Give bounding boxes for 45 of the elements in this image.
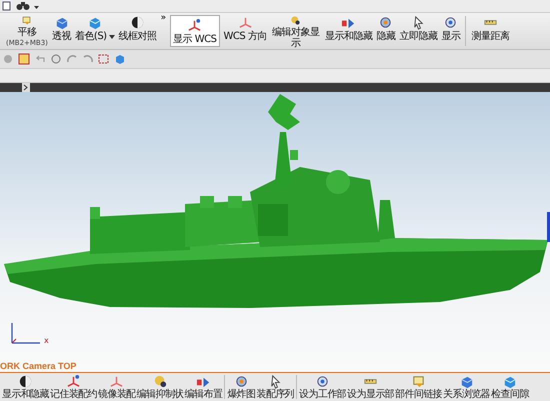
camera-label: ORK Camera TOP — [0, 361, 76, 371]
cube-icon — [54, 15, 69, 30]
toolbar-button[interactable]: 记住装配约 — [50, 373, 98, 401]
toolbar-button[interactable]: 检查间隙 — [491, 373, 529, 401]
toolbar-button[interactable]: 镜像装配 — [98, 373, 136, 401]
toolbar-button[interactable]: 设为显示部 — [347, 373, 394, 401]
axes-icon — [109, 374, 124, 389]
document-icon[interactable] — [2, 1, 12, 11]
undo-arrow-icon[interactable] — [34, 53, 46, 65]
axes-icon — [66, 374, 82, 389]
rotate-icon[interactable] — [66, 53, 78, 65]
toolbar-button[interactable]: 设为工作部 — [299, 373, 346, 401]
ribbon-button[interactable]: WCS 方向 — [222, 13, 269, 49]
toolbar-button[interactable]: 关系浏览器 — [443, 373, 490, 401]
toolbar-button[interactable]: 显示和隐藏 — [2, 373, 50, 401]
ribbon-button[interactable]: 立即隐藏 — [397, 13, 440, 49]
toolbar-button[interactable]: 编辑布置 — [184, 373, 222, 401]
rotate-icon[interactable] — [82, 53, 94, 65]
axes-icon — [187, 18, 202, 33]
ribbon-button[interactable]: 显示 WCS — [170, 15, 220, 47]
toolbar-button[interactable]: 部件间链接 — [395, 373, 442, 401]
ribbon-button[interactable]: 线框对照 — [116, 13, 159, 49]
cube-icon — [459, 374, 474, 389]
ribbon-button[interactable]: 显示和隐藏 — [322, 13, 374, 49]
ribbon-button[interactable]: 着色(S) — [72, 13, 117, 49]
chevron-icon[interactable] — [22, 83, 30, 92]
ribbon-button[interactable]: 隐藏 — [374, 13, 398, 49]
sphere-icon — [130, 15, 146, 30]
cube-icon — [87, 15, 102, 30]
caret-icon — [108, 34, 115, 38]
overflow-chevron[interactable]: » — [160, 13, 166, 23]
cube-icon — [502, 374, 518, 389]
toolbar-button[interactable]: 爆炸图 — [227, 373, 256, 401]
ribbon-button[interactable]: 显示 — [439, 13, 462, 49]
ribbon-button[interactable]: 编辑对象显示 — [268, 13, 323, 49]
ribbon-button[interactable]: 测量距离 — [469, 13, 512, 49]
axes-icon — [238, 15, 253, 30]
toolbar-button[interactable]: 编辑抑制状 — [136, 373, 184, 401]
binoculars-icon[interactable] — [16, 1, 30, 11]
frame-icon[interactable] — [18, 53, 30, 65]
cube-icon[interactable] — [114, 53, 126, 65]
toolbar-button[interactable]: 装配序列 — [256, 373, 294, 401]
selection-box-icon[interactable] — [98, 53, 110, 65]
axis-label: x — [44, 336, 49, 345]
ribbon-button[interactable]: 透视 — [50, 13, 73, 49]
